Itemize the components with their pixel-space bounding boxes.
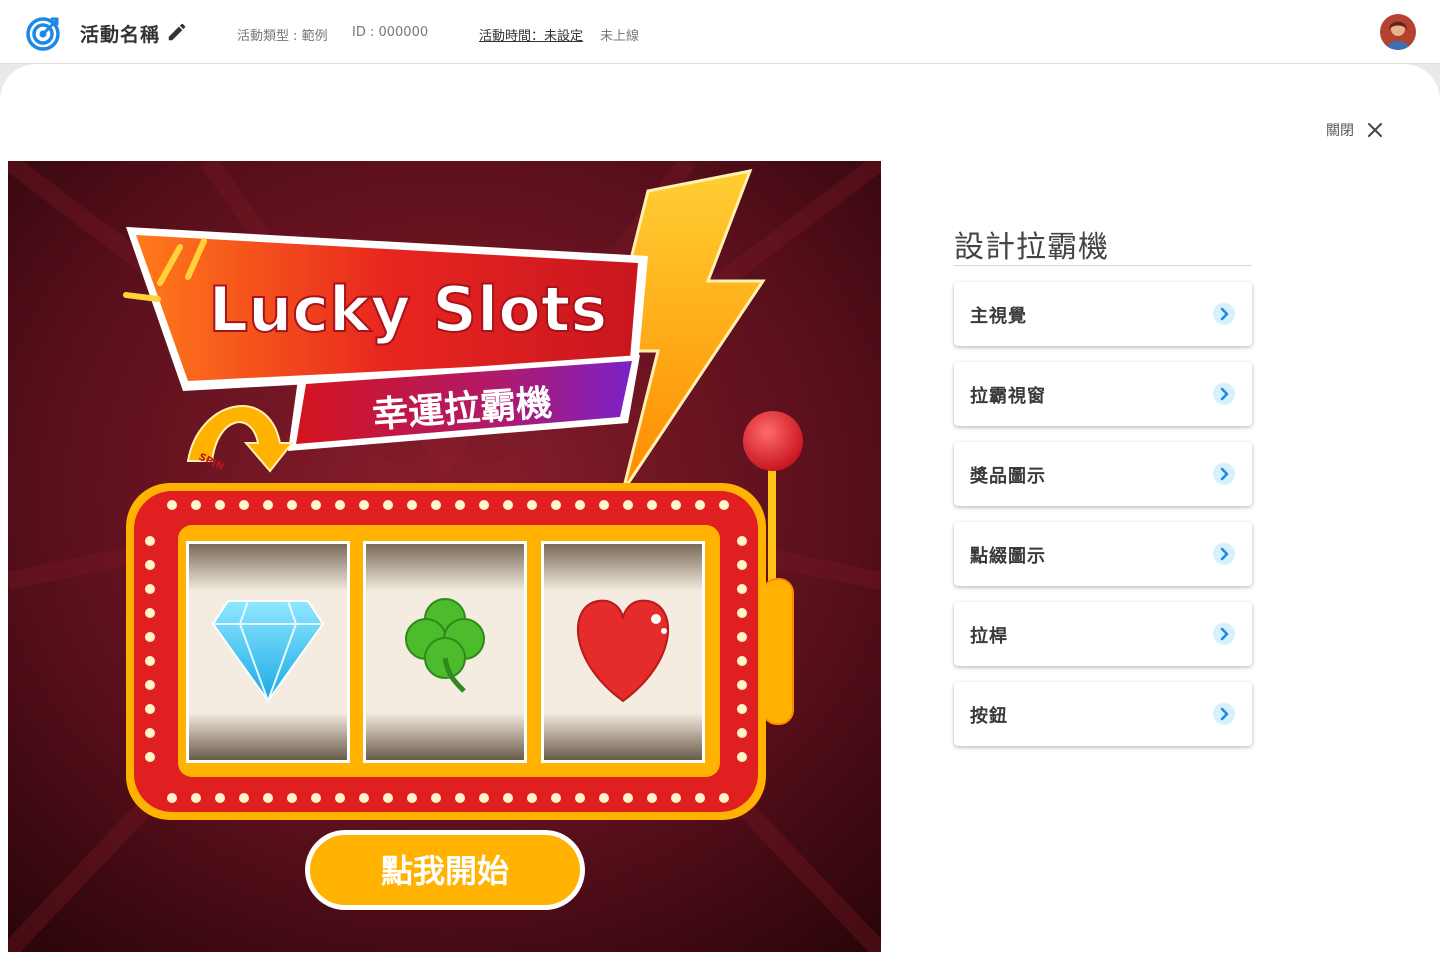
lever-knob[interactable] (743, 411, 803, 471)
activity-id: ID : 000000 (352, 25, 429, 40)
chevron-right-icon (1213, 303, 1235, 325)
chevron-right-icon (1213, 543, 1235, 565)
menu-item-slot-window[interactable]: 拉霸視窗 (954, 362, 1252, 426)
chevron-right-icon (1213, 463, 1235, 485)
menu-item-label: 拉桿 (970, 626, 1008, 647)
chevron-right-icon (1213, 623, 1235, 645)
user-avatar[interactable] (1380, 14, 1416, 50)
activity-time-link[interactable]: 活動時間：未設定 (479, 25, 583, 44)
menu-item-label: 主視覺 (970, 306, 1027, 327)
design-menu: 主視覺 拉霸視窗 獎品圖示 點綴圖示 拉桿 按鈕 (954, 282, 1252, 762)
close-label: 關閉 (1326, 123, 1354, 139)
divider (954, 265, 1252, 266)
chevron-right-icon (1213, 383, 1235, 405)
chevron-right-icon (1213, 703, 1235, 725)
design-title: 設計拉霸機 (954, 230, 1109, 265)
activity-status: 未上線 (600, 29, 640, 44)
editor-panel: 關閉 Lucky Slots 幸運拉霸機 SPIN 點我開始 設計拉霸機 主視覺… (0, 64, 1440, 960)
title-lucky-slots: Lucky Slots (209, 273, 608, 346)
menu-item-decoration-icons[interactable]: 點綴圖示 (954, 522, 1252, 586)
close-button[interactable]: 關閉 (1326, 120, 1384, 140)
activity-name: 活動名稱 (80, 24, 161, 46)
menu-item-label: 按鈕 (970, 706, 1008, 727)
menu-item-main-visual[interactable]: 主視覺 (954, 282, 1252, 346)
menu-item-prize-icons[interactable]: 獎品圖示 (954, 442, 1252, 506)
menu-item-label: 獎品圖示 (970, 466, 1046, 487)
close-icon (1368, 123, 1382, 137)
activity-type: 活動類型 : 範例 (237, 29, 328, 44)
menu-item-button[interactable]: 按鈕 (954, 682, 1252, 746)
menu-item-label: 點綴圖示 (970, 546, 1046, 567)
slot-machine-preview: Lucky Slots 幸運拉霸機 SPIN 點我開始 (8, 161, 881, 952)
menu-item-lever[interactable]: 拉桿 (954, 602, 1252, 666)
target-logo-icon[interactable] (26, 15, 62, 51)
start-button-label: 點我開始 (381, 852, 509, 890)
top-bar: 活動名稱 活動類型 : 範例 ID : 000000 活動時間：未設定 未上線 (0, 0, 1440, 64)
pencil-edit-icon[interactable] (166, 21, 188, 43)
menu-item-label: 拉霸視窗 (970, 386, 1046, 407)
